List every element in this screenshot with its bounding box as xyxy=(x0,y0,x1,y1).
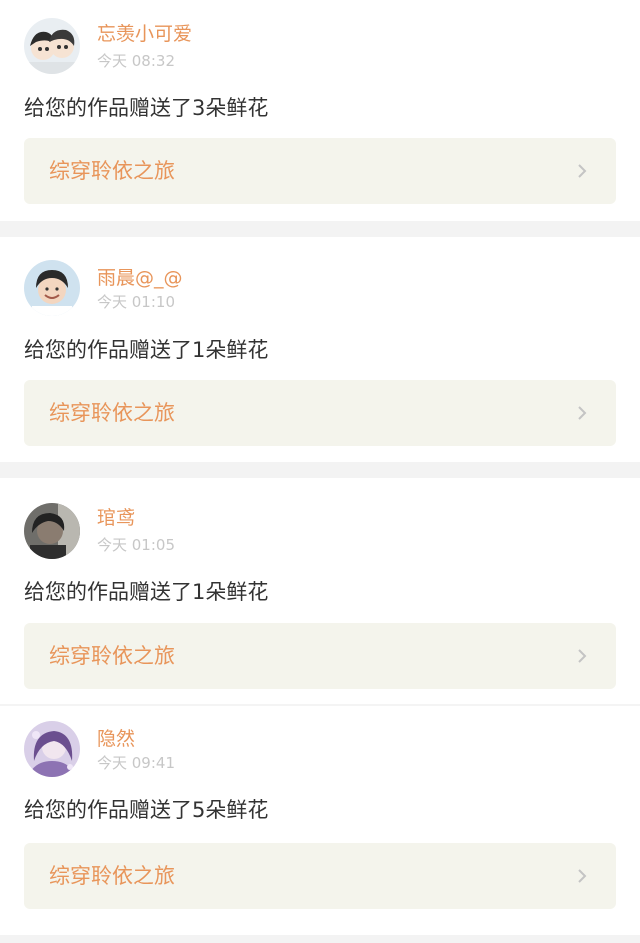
timestamp: 今天 08:32 xyxy=(97,52,175,70)
username[interactable]: 忘羡小可爱 xyxy=(97,23,192,45)
timestamp: 今天 01:05 xyxy=(97,536,175,554)
user-avatar[interactable] xyxy=(24,721,80,777)
work-title: 综穿聆依之旅 xyxy=(49,864,175,888)
work-link[interactable]: 综穿聆依之旅 xyxy=(24,843,616,909)
chevron-right-icon xyxy=(574,405,590,421)
notification-card: 忘羡小可爱 今天 08:32 给您的作品赠送了3朵鲜花 综穿聆依之旅 xyxy=(0,0,640,221)
work-link[interactable]: 综穿聆依之旅 xyxy=(24,380,616,446)
work-title: 综穿聆依之旅 xyxy=(49,401,175,425)
work-title: 综穿聆依之旅 xyxy=(49,644,175,668)
section-divider xyxy=(0,462,640,478)
user-avatar[interactable] xyxy=(24,18,80,74)
gift-message: 给您的作品赠送了3朵鲜花 xyxy=(24,96,269,120)
notification-card: 隐然 今天 09:41 给您的作品赠送了5朵鲜花 综穿聆依之旅 xyxy=(0,706,640,935)
dark-photo-avatar-icon xyxy=(24,503,80,559)
username[interactable]: 琯鸢 xyxy=(97,507,135,529)
work-title: 综穿聆依之旅 xyxy=(49,159,175,183)
timestamp: 今天 01:10 xyxy=(97,293,175,311)
user-avatar[interactable] xyxy=(24,503,80,559)
username[interactable]: 隐然 xyxy=(97,728,135,750)
gift-message: 给您的作品赠送了1朵鲜花 xyxy=(24,338,269,362)
timestamp: 今天 09:41 xyxy=(97,754,175,772)
chevron-right-icon xyxy=(574,648,590,664)
chevron-right-icon xyxy=(574,868,590,884)
username[interactable]: 雨晨@_@ xyxy=(97,267,183,289)
notification-card: 琯鸢 今天 01:05 给您的作品赠送了1朵鲜花 综穿聆依之旅 xyxy=(0,478,640,704)
work-link[interactable]: 综穿聆依之旅 xyxy=(24,623,616,689)
notification-card: 雨晨@_@ 今天 01:10 给您的作品赠送了1朵鲜花 综穿聆依之旅 xyxy=(0,237,640,462)
chevron-right-icon xyxy=(574,163,590,179)
gift-message: 给您的作品赠送了1朵鲜花 xyxy=(24,580,269,604)
smiling-boy-avatar-icon xyxy=(24,260,80,316)
user-avatar[interactable] xyxy=(24,260,80,316)
gift-notification-feed: 忘羡小可爱 今天 08:32 给您的作品赠送了3朵鲜花 综穿聆依之旅 雨晨@_@… xyxy=(0,0,640,943)
purple-anime-avatar-icon xyxy=(24,721,80,777)
cartoon-couple-avatar-icon xyxy=(24,18,80,74)
work-link[interactable]: 综穿聆依之旅 xyxy=(24,138,616,204)
section-divider xyxy=(0,935,640,943)
gift-message: 给您的作品赠送了5朵鲜花 xyxy=(24,798,269,822)
section-divider xyxy=(0,221,640,237)
